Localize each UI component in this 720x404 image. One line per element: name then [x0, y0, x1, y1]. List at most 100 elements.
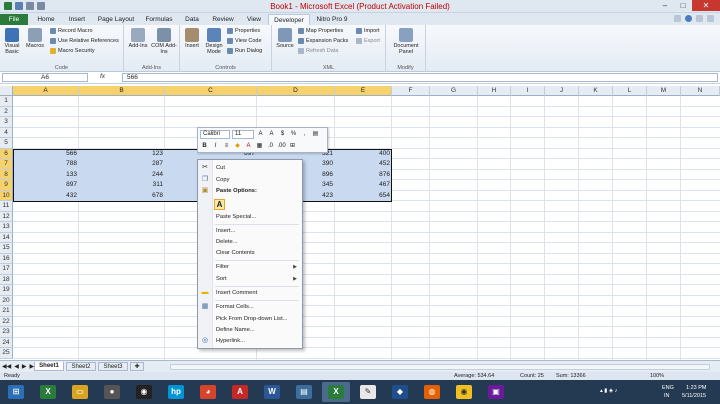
tab-nitro[interactable]: Nitro Pro 9	[311, 14, 353, 25]
menu-insert[interactable]: Insert...	[216, 227, 235, 236]
row-header-19[interactable]: 19	[0, 285, 13, 296]
sheet-tab-2[interactable]: Sheet2	[66, 362, 96, 371]
row-header-13[interactable]: 13	[0, 222, 13, 233]
close-button[interactable]: ✕	[692, 0, 720, 11]
start-button[interactable]: ⊞	[2, 382, 30, 402]
tab-file[interactable]: File	[0, 14, 28, 25]
taskbar-app-11[interactable]: ✎	[354, 382, 382, 402]
column-header-n[interactable]: N	[681, 86, 720, 96]
row-header-3[interactable]: 3	[0, 117, 13, 128]
tab-page-layout[interactable]: Page Layout	[93, 14, 139, 25]
prev-sheet-icon[interactable]: ◀	[14, 363, 19, 370]
menu-hyperlink[interactable]: Hyperlink...	[216, 337, 245, 346]
cell-a10[interactable]: 432	[13, 191, 77, 201]
input-language[interactable]: ENG	[662, 385, 674, 391]
visual-basic-button[interactable]: Visual Basic	[2, 28, 22, 55]
comma-icon[interactable]: ,	[300, 130, 309, 139]
column-header-c[interactable]: C	[165, 86, 257, 96]
map-properties-button[interactable]: Map Properties	[298, 28, 343, 34]
workbook-close-icon[interactable]	[707, 15, 714, 22]
taskbar-app-3[interactable]: ●	[98, 382, 126, 402]
cell-e8[interactable]: 876	[335, 170, 390, 180]
column-header-f[interactable]: F	[392, 86, 430, 96]
grow-font-icon[interactable]: A	[256, 130, 265, 139]
cell-e10[interactable]: 654	[335, 191, 390, 201]
sheet-tab-1[interactable]: Sheet1	[34, 362, 64, 371]
taskbar-app-5[interactable]: hp	[162, 382, 190, 402]
column-header-h[interactable]: H	[478, 86, 511, 96]
font-name-box[interactable]: Calibri	[200, 130, 230, 139]
select-all-corner[interactable]	[0, 86, 13, 96]
name-box[interactable]: A6	[2, 73, 88, 82]
properties-button[interactable]: Properties	[227, 28, 260, 34]
decrease-decimal-icon[interactable]: .00	[277, 142, 286, 151]
row-header-9[interactable]: 9	[0, 180, 13, 191]
tab-data[interactable]: Data	[179, 14, 205, 25]
row-header-4[interactable]: 4	[0, 127, 13, 138]
merge-icon[interactable]: ⊞	[288, 142, 297, 151]
column-header-k[interactable]: K	[579, 86, 613, 96]
clock-time[interactable]: 1:23 PM	[686, 385, 706, 391]
borders-icon[interactable]: ▦	[255, 142, 264, 151]
row-header-25[interactable]: 25	[0, 348, 13, 359]
first-sheet-icon[interactable]: ◀◀	[2, 363, 11, 370]
tab-home[interactable]: Home	[30, 14, 62, 25]
cell-e9[interactable]: 467	[335, 180, 390, 190]
column-header-g[interactable]: G	[430, 86, 478, 96]
menu-format-cells[interactable]: Format Cells...	[216, 303, 254, 312]
taskbar-app-8[interactable]: W	[258, 382, 286, 402]
menu-copy[interactable]: Copy	[216, 176, 230, 185]
new-sheet-icon[interactable]: ✚	[130, 362, 144, 371]
menu-sort[interactable]: Sort	[216, 275, 227, 284]
tab-review[interactable]: Review	[206, 14, 240, 25]
shrink-font-icon[interactable]: A	[267, 130, 276, 139]
percent-icon[interactable]: %	[289, 130, 298, 139]
design-mode-button[interactable]: Design Mode	[203, 28, 225, 55]
row-header-18[interactable]: 18	[0, 274, 13, 285]
menu-pick-from-list[interactable]: Pick From Drop-down List...	[216, 315, 288, 324]
source-button[interactable]: Source	[274, 28, 296, 49]
column-header-a[interactable]: A	[13, 86, 79, 96]
cell-a9[interactable]: 897	[13, 180, 77, 190]
row-header-5[interactable]: 5	[0, 138, 13, 149]
currency-icon[interactable]: $	[278, 130, 287, 139]
taskbar-app-1[interactable]: X	[34, 382, 62, 402]
minimize-button[interactable]: –	[656, 0, 674, 11]
format-painter-icon[interactable]: ▤	[311, 130, 320, 139]
menu-define-name[interactable]: Define Name...	[216, 326, 255, 335]
taskbar-app-4[interactable]: ◉	[130, 382, 158, 402]
row-header-15[interactable]: 15	[0, 243, 13, 254]
taskbar-app-13[interactable]: ◍	[418, 382, 446, 402]
taskbar-app-9[interactable]: ▤	[290, 382, 318, 402]
row-header-17[interactable]: 17	[0, 264, 13, 275]
import-button[interactable]: Import	[356, 28, 380, 34]
increase-decimal-icon[interactable]: .0	[266, 142, 275, 151]
row-header-10[interactable]: 10	[0, 190, 13, 201]
taskbar-app-14[interactable]: ◉	[450, 382, 478, 402]
row-header-8[interactable]: 8	[0, 169, 13, 180]
horizontal-scrollbar[interactable]	[170, 364, 710, 370]
menu-cut[interactable]: Cut	[216, 164, 225, 173]
row-header-2[interactable]: 2	[0, 106, 13, 117]
cell-a6[interactable]: 566	[13, 149, 77, 159]
cell-a7[interactable]: 788	[13, 159, 77, 169]
font-color-icon[interactable]: A	[244, 142, 253, 151]
menu-insert-comment[interactable]: Insert Comment	[216, 289, 257, 298]
tray-icons[interactable]: ▴ ▮ ◈ ♪	[600, 388, 617, 394]
next-sheet-icon[interactable]: ▶	[22, 363, 27, 370]
row-header-20[interactable]: 20	[0, 295, 13, 306]
row-header-11[interactable]: 11	[0, 201, 13, 212]
workbook-minimize-icon[interactable]	[696, 15, 703, 22]
formula-input[interactable]: 566	[122, 73, 718, 82]
column-header-e[interactable]: E	[335, 86, 392, 96]
view-code-button[interactable]: View Code	[227, 38, 262, 44]
row-header-6[interactable]: 6	[0, 148, 13, 159]
font-size-box[interactable]: 11	[232, 130, 254, 139]
help-icon[interactable]	[685, 15, 692, 22]
fill-color-icon[interactable]: ◆	[233, 142, 242, 151]
maximize-button[interactable]: □	[674, 0, 692, 11]
record-macro-button[interactable]: Record Macro	[50, 28, 93, 34]
document-panel-button[interactable]: Document Panel	[390, 28, 422, 55]
cell-b10[interactable]: 678	[79, 191, 163, 201]
tab-formulas[interactable]: Formulas	[140, 14, 178, 25]
